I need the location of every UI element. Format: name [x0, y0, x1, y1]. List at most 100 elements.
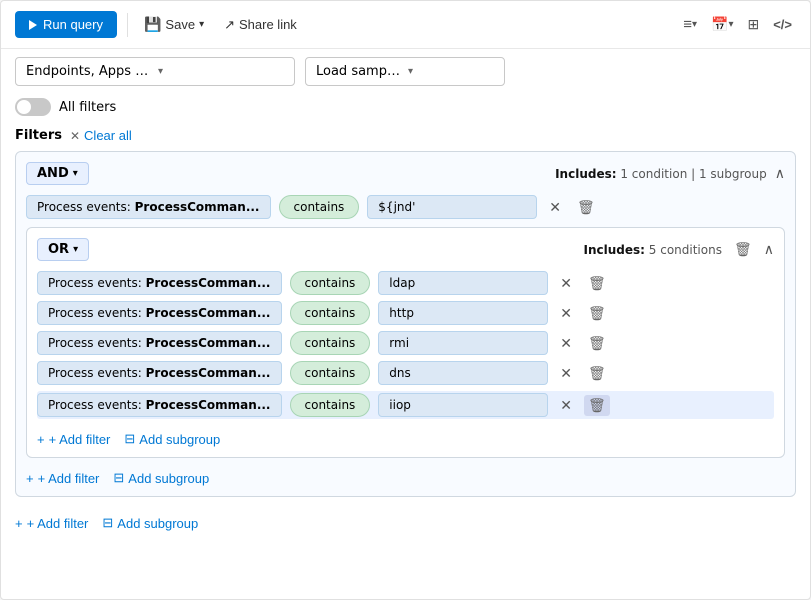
clear-all-label: Clear all: [84, 128, 132, 143]
outer-add-subgroup-label: Add subgroup: [117, 516, 198, 531]
trash-icon-0: 🗑: [588, 275, 606, 292]
or-op-pill-3: contains: [290, 361, 371, 385]
outer-add-subgroup-icon: ⊟: [102, 515, 113, 531]
dropdown-row: Endpoints, Apps and identities - Activit…: [1, 49, 810, 94]
or-field-pill-2: Process events: ProcessComman...: [37, 331, 282, 355]
or-add-filter-button[interactable]: + + Add filter: [37, 432, 110, 447]
source-dropdown-value: Endpoints, Apps and identities - Activit…: [26, 64, 152, 79]
source-dropdown[interactable]: Endpoints, Apps and identities - Activit…: [15, 57, 295, 86]
sample-chevron-icon: ▾: [408, 66, 494, 77]
outer-add-filter-button[interactable]: + + Add filter: [15, 516, 88, 531]
or-value-pill-3[interactable]: dns: [378, 361, 548, 385]
or-condition-row-0: Process events: ProcessComman... contain…: [37, 271, 774, 295]
or-add-filter-label: + Add filter: [49, 432, 111, 447]
grid-icon: ⊞: [747, 16, 759, 33]
or-condition-clear-1[interactable]: ✕: [556, 303, 576, 324]
cal-chevron-icon: ▾: [728, 19, 733, 30]
or-group-delete-button[interactable]: 🗑: [730, 239, 756, 260]
share-label: Share link: [239, 17, 297, 32]
toolbar: Run query 💾 Save ▾ ↗ Share link ≡ ▾ 📅 ▾ …: [1, 1, 810, 49]
or-badge[interactable]: OR ▾: [37, 238, 89, 261]
and-add-subgroup-button[interactable]: ⊟ Add subgroup: [113, 470, 209, 486]
or-group-collapse-button[interactable]: ∧: [764, 241, 774, 258]
trash-icon-2: 🗑: [588, 335, 606, 352]
list-chevron-icon: ▾: [692, 19, 697, 30]
or-value-pill-2[interactable]: rmi: [378, 331, 548, 355]
and-chevron-icon: ▾: [73, 168, 78, 179]
or-value-pill-1[interactable]: http: [378, 301, 548, 325]
or-condition-clear-2[interactable]: ✕: [556, 333, 576, 354]
outer-add-filter-label: + Add filter: [27, 516, 89, 531]
grid-button[interactable]: ⊞: [743, 12, 763, 37]
or-condition-clear-3[interactable]: ✕: [556, 363, 576, 384]
trash-icon-4: 🗑: [588, 397, 606, 414]
code-icon: </>: [773, 17, 792, 32]
save-label: Save: [165, 17, 195, 32]
outer-add-row: + + Add filter ⊟ Add subgroup: [1, 507, 810, 541]
save-button[interactable]: 💾 Save ▾: [138, 12, 210, 37]
toolbar-divider-1: [127, 13, 128, 37]
and-op-pill: contains: [279, 195, 360, 219]
and-condition-row: Process events: ProcessComman... contain…: [26, 195, 785, 219]
or-label: OR: [48, 242, 69, 257]
or-condition-delete-4[interactable]: 🗑: [584, 395, 610, 416]
or-condition-row-3: Process events: ProcessComman... contain…: [37, 361, 774, 385]
and-add-subgroup-icon: ⊟: [113, 470, 124, 486]
and-condition-clear-button[interactable]: ✕: [545, 197, 565, 218]
toggle-row: All filters: [1, 94, 810, 122]
or-conditions-list: Process events: ProcessComman... contain…: [37, 271, 774, 419]
calendar-icon: 📅: [711, 16, 728, 33]
and-value-pill[interactable]: ${jnd': [367, 195, 537, 219]
and-add-filter-icon: +: [26, 471, 34, 486]
or-field-pill-1: Process events: ProcessComman...: [37, 301, 282, 325]
save-chevron-icon: ▾: [199, 19, 204, 30]
clear-x-icon: ✕: [70, 129, 80, 143]
filters-body: AND ▾ Includes: 1 condition | 1 subgroup…: [1, 151, 810, 507]
or-condition-row-1: Process events: ProcessComman... contain…: [37, 301, 774, 325]
sample-dropdown[interactable]: Load sample queries ▾: [305, 57, 505, 86]
or-condition-clear-0[interactable]: ✕: [556, 273, 576, 294]
and-label: AND: [37, 166, 69, 181]
or-add-subgroup-button[interactable]: ⊟ Add subgroup: [124, 431, 220, 447]
all-filters-toggle[interactable]: [15, 98, 51, 116]
run-query-button[interactable]: Run query: [15, 11, 117, 38]
and-collapse-icon: ∧: [775, 165, 785, 181]
and-group-info: Includes: 1 condition | 1 subgroup: [555, 167, 767, 181]
calendar-button[interactable]: 📅 ▾: [707, 12, 737, 37]
and-group-collapse-button[interactable]: ∧: [775, 165, 785, 182]
outer-add-filter-icon: +: [15, 516, 23, 531]
or-value-pill-0[interactable]: ldap: [378, 271, 548, 295]
or-group-info: Includes: 5 conditions: [584, 243, 722, 257]
or-condition-row-2: Process events: ProcessComman... contain…: [37, 331, 774, 355]
and-condition-delete-button[interactable]: 🗑: [573, 197, 599, 218]
or-condition-delete-3[interactable]: 🗑: [584, 363, 610, 384]
clear-all-button[interactable]: ✕ Clear all: [70, 128, 132, 143]
or-field-pill-4: Process events: ProcessComman...: [37, 393, 282, 417]
or-add-subgroup-icon: ⊟: [124, 431, 135, 447]
list-view-button[interactable]: ≡ ▾: [679, 12, 701, 37]
or-group-info-text: Includes: 5 conditions: [584, 243, 722, 257]
share-button[interactable]: ↗ Share link: [218, 13, 303, 37]
list-icon: ≡: [683, 16, 692, 33]
and-badge[interactable]: AND ▾: [26, 162, 89, 185]
or-value-pill-4[interactable]: iiop: [378, 393, 548, 417]
or-group: OR ▾ Includes: 5 conditions 🗑: [26, 227, 785, 458]
code-button[interactable]: </>: [769, 13, 796, 36]
outer-add-subgroup-button[interactable]: ⊟ Add subgroup: [102, 515, 198, 531]
or-condition-row-4: Process events: ProcessComman... contain…: [37, 391, 774, 419]
and-group: AND ▾ Includes: 1 condition | 1 subgroup…: [15, 151, 796, 497]
or-op-pill-1: contains: [290, 301, 371, 325]
or-collapse-icon: ∧: [764, 241, 774, 257]
play-icon: [29, 20, 37, 30]
and-add-row: + + Add filter ⊟ Add subgroup: [26, 466, 785, 486]
or-trash-icon: 🗑: [734, 241, 752, 258]
and-add-subgroup-label: Add subgroup: [128, 471, 209, 486]
or-condition-clear-4[interactable]: ✕: [556, 395, 576, 416]
or-condition-delete-1[interactable]: 🗑: [584, 303, 610, 324]
trash-icon-1: 🗑: [588, 305, 606, 322]
or-condition-delete-2[interactable]: 🗑: [584, 333, 610, 354]
or-op-pill-4: contains: [290, 393, 371, 417]
and-op-text: contains: [294, 200, 345, 214]
and-add-filter-button[interactable]: + + Add filter: [26, 471, 99, 486]
or-condition-delete-0[interactable]: 🗑: [584, 273, 610, 294]
